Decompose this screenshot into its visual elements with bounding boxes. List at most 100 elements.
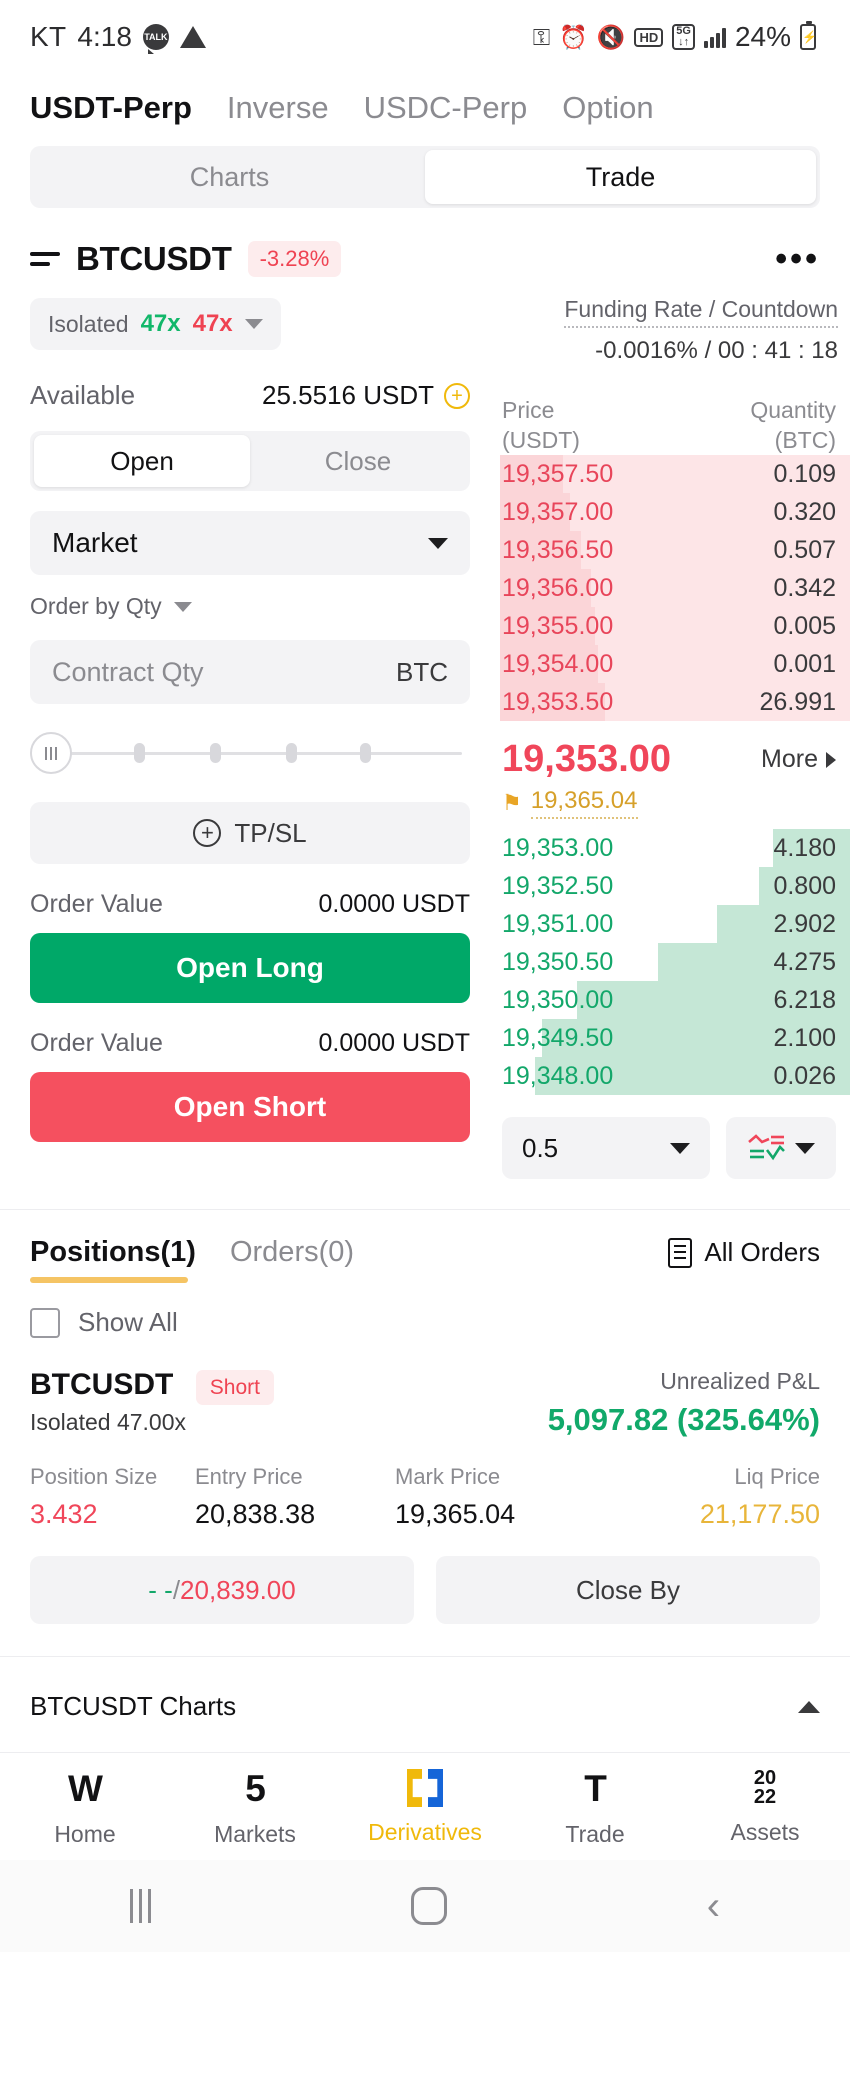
ask-qty: 0.001 [773,649,836,678]
grouping-select[interactable]: 0.5 [502,1117,710,1179]
view-switch-wrap: Charts Trade [0,146,850,218]
tab-option[interactable]: Option [562,90,653,126]
table-row[interactable]: 19,357.50 0.109 [500,455,850,493]
bid-price: 19,350.50 [502,947,614,976]
table-row[interactable]: 19,348.00 0.026 [500,1057,850,1095]
table-row[interactable]: 19,354.00 0.001 [500,645,850,683]
table-row[interactable]: 19,356.50 0.507 [500,531,850,569]
table-row[interactable]: 19,351.00 2.902 [500,905,850,943]
position-buttons: - - / 20,839.00 Close By [30,1556,820,1624]
switch-open[interactable]: Open [34,435,250,487]
slider-tick-50[interactable] [210,743,221,763]
bid-qty: 0.026 [773,1061,836,1090]
slider-tick-100[interactable] [360,743,371,763]
tpsl-button[interactable]: + TP/SL [30,802,470,864]
back-button[interactable]: ‹ [707,1886,720,1926]
position-tp-value: - - [148,1574,173,1605]
home-button[interactable] [410,1887,447,1925]
close-by-button[interactable]: Close By [436,1556,820,1624]
slider-track [44,751,462,755]
margin-mode-label: Isolated [48,310,129,337]
nav-label: Derivatives [368,1819,482,1845]
table-row[interactable]: 19,349.50 2.100 [500,1019,850,1057]
tab-orders[interactable]: Orders(0) [230,1236,354,1283]
table-row[interactable]: 19,350.00 6.218 [500,981,850,1019]
recents-button[interactable] [129,1889,151,1923]
nav-label: Home [54,1821,116,1847]
table-row[interactable]: 19,352.50 0.800 [500,867,850,905]
show-all-row[interactable]: Show All [0,1283,850,1338]
nav-item-derivatives[interactable]: Derivatives [340,1769,510,1848]
charts-collapse-bar[interactable]: BTCUSDT Charts [0,1656,850,1752]
chevron-down-icon [173,601,192,612]
show-all-checkbox[interactable] [30,1307,60,1338]
depth-view-icon [748,1134,785,1161]
slider-tick-75[interactable] [286,743,297,763]
bid-qty: 2.100 [773,1023,836,1052]
short-order-value-row: Order Value 0.0000 USDT [30,1029,470,1058]
symbol-name[interactable]: BTCUSDT [76,240,232,278]
table-row[interactable]: 19,355.00 0.005 [500,607,850,645]
metric-entry-price: Entry Price 20,838.38 [195,1464,395,1530]
nav-item-trade[interactable]: T Trade [510,1769,680,1848]
open-long-button[interactable]: Open Long [30,933,470,1003]
list-icon[interactable] [30,252,60,266]
orderbook-footer: 0.5 [500,1095,850,1179]
table-row[interactable]: 19,357.00 0.320 [500,493,850,531]
long-leverage-label: 47x [140,310,181,337]
ask-price: 19,357.50 [502,459,614,488]
position-symbol-row: BTCUSDT Short [30,1368,274,1405]
position-margin-mode: Isolated 47.00x [30,1409,187,1435]
metric-value: 21,177.50 [699,1499,820,1529]
ask-qty: 0.109 [773,459,836,488]
all-orders-label: All Orders [704,1237,820,1267]
quantity-unit: BTC [396,656,448,687]
quantity-input[interactable]: Contract Qty BTC [30,640,470,704]
nav-item-markets[interactable]: 5 Markets [170,1769,340,1848]
switch-charts[interactable]: Charts [34,150,425,204]
assets-icon-bottom: 22 [753,1786,777,1808]
add-funds-icon[interactable]: + [444,382,470,409]
open-close-switch: Open Close [30,431,470,491]
table-row[interactable]: 19,350.50 4.275 [500,943,850,981]
hd-icon: HD [634,27,664,47]
metric-value: 3.432 [30,1499,98,1529]
more-options-icon[interactable]: ••• [775,242,820,276]
grouping-value: 0.5 [522,1132,559,1163]
plus-icon: + [193,819,222,847]
charts-label: BTCUSDT Charts [30,1691,237,1721]
flag-icon: ⚑ [502,790,522,815]
table-row[interactable]: 19,353.00 4.180 [500,829,850,867]
funding-rate-block[interactable]: Funding Rate / Countdown -0.0016% / 00 :… [500,292,850,365]
switch-close[interactable]: Close [250,435,466,487]
slider-handle[interactable] [30,732,72,774]
switch-trade[interactable]: Trade [425,150,816,204]
mountain-icon [179,26,206,48]
order-by-selector[interactable]: Order by Qty [30,593,470,620]
tab-usdt-perp[interactable]: USDT-Perp [30,90,192,126]
bid-rows: 19,353.00 4.180 19,352.50 0.800 19,351.00 2… [500,829,850,1095]
nav-item-home[interactable]: W Home [0,1769,170,1848]
leverage-selector[interactable]: Isolated 47x 47x [30,298,281,350]
table-row[interactable]: 19,353.50 26.991 [500,683,850,721]
position-tpsl-button[interactable]: - - / 20,839.00 [30,1556,414,1624]
tab-inverse[interactable]: Inverse [227,90,329,126]
orderbook-view-select[interactable] [726,1117,836,1179]
more-orderbook-button[interactable]: More [761,737,836,774]
ask-qty: 0.342 [773,573,836,602]
funding-rate-label: Funding Rate / Countdown [564,296,838,328]
all-orders-button[interactable]: All Orders [668,1237,820,1282]
order-type-select[interactable]: Market [30,511,470,575]
tab-positions[interactable]: Positions(1) [30,1236,196,1283]
open-short-button[interactable]: Open Short [30,1072,470,1142]
nav-item-assets[interactable]: 20 22 Assets [680,1768,850,1848]
tab-usdc-perp[interactable]: USDC-Perp [364,90,528,126]
quantity-placeholder: Contract Qty [52,656,204,687]
table-row[interactable]: 19,356.00 0.342 [500,569,850,607]
battery-charging-icon [800,21,816,50]
quantity-slider[interactable] [30,730,470,776]
markets-icon: 5 [245,1768,266,1809]
position-sl-value: 20,839.00 [180,1574,296,1605]
slider-tick-25[interactable] [134,743,145,763]
view-switch: Charts Trade [30,146,820,208]
